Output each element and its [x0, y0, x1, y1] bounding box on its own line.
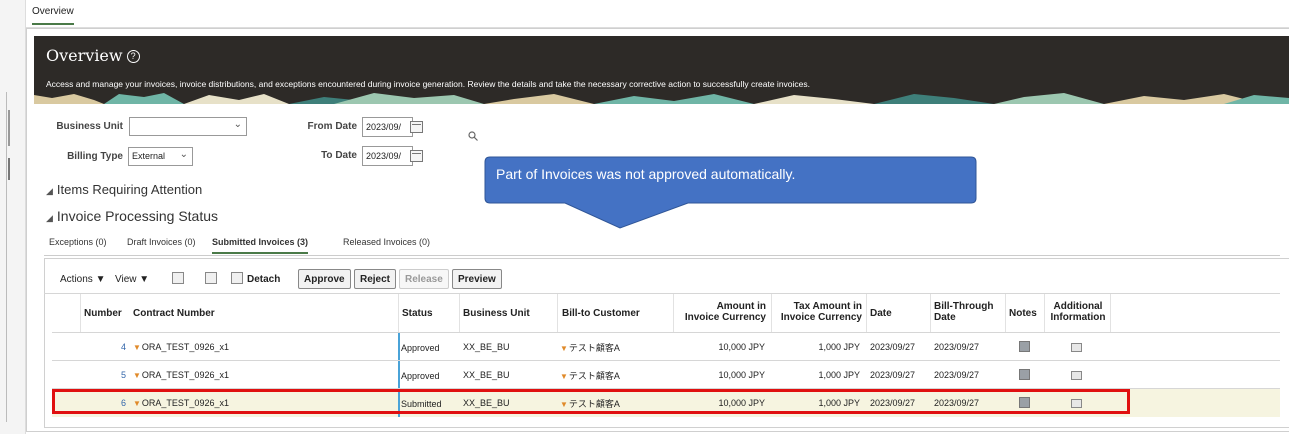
page-title: Overview? — [46, 46, 140, 65]
notes-icon[interactable] — [1019, 369, 1030, 380]
from-date-label: From Date — [307, 121, 357, 132]
to-date-label: To Date — [321, 150, 357, 161]
col-status[interactable]: Status — [402, 308, 433, 319]
banner-decoration — [34, 92, 1289, 104]
billing-type-label: Billing Type — [67, 151, 123, 162]
business-unit-select[interactable]: ⌄ — [129, 117, 247, 136]
chevron-down-icon: ⌄ — [233, 119, 242, 130]
to-date-input[interactable]: 2023/09/ — [362, 146, 413, 166]
contract-number[interactable]: ▼ORA_TEST_0926_x1 — [133, 370, 229, 380]
col-number[interactable]: Number — [84, 308, 122, 319]
col-contract-number[interactable]: Contract Number — [133, 308, 215, 319]
col-sep — [557, 294, 558, 332]
col-bill-through-date[interactable]: Bill-Through Date — [934, 301, 993, 323]
col-bill-to-customer[interactable]: Bill-to Customer — [562, 308, 640, 319]
tax-amount: 1,000 JPY — [818, 342, 860, 352]
page-description: Access and manage your invoices, invoice… — [46, 79, 811, 89]
tab-submitted-invoices[interactable]: Submitted Invoices (3) — [212, 237, 309, 254]
bill-through-date: 2023/09/27 — [934, 342, 980, 352]
info-icon[interactable] — [1071, 371, 1082, 380]
release-button[interactable]: Release — [399, 269, 449, 289]
gutter-marker — [8, 158, 10, 180]
overview-banner: Overview? Access and manage your invoice… — [34, 36, 1289, 104]
bill-through-date: 2023/09/27 — [934, 370, 980, 380]
calendar-icon[interactable] — [410, 150, 423, 162]
flag-icon: ▼ — [133, 371, 141, 380]
amount: 10,000 JPY — [718, 370, 765, 380]
detach-icon[interactable] — [231, 272, 243, 284]
col-date[interactable]: Date — [870, 308, 892, 319]
bill-to-customer: ▼テスト顧客A — [560, 343, 620, 353]
view-menu[interactable]: View ▼ — [115, 274, 149, 285]
freeze-icon[interactable] — [172, 272, 184, 284]
reject-button[interactable]: Reject — [354, 269, 397, 289]
flag-icon: ▼ — [560, 372, 568, 381]
items-requiring-attention-section[interactable]: ◢ Items Requiring Attention — [46, 182, 202, 197]
expand-triangle-icon: ◢ — [46, 186, 53, 196]
date: 2023/09/27 — [870, 370, 916, 380]
tab-exceptions[interactable]: Exceptions (0) — [49, 237, 107, 247]
flag-icon: ▼ — [560, 344, 568, 353]
table-row[interactable]: 5 ▼ORA_TEST_0926_x1 Approved XX_BE_BU ▼テ… — [52, 361, 1280, 389]
approve-button[interactable]: Approve — [298, 269, 351, 289]
row-number: 5 — [120, 370, 126, 380]
contract-number[interactable]: ▼ORA_TEST_0926_x1 — [133, 342, 229, 352]
col-sep — [1110, 294, 1111, 332]
business-unit-label: Business Unit — [56, 121, 123, 132]
subtab-divider — [44, 255, 1280, 256]
amount: 10,000 JPY — [718, 342, 765, 352]
date: 2023/09/27 — [870, 342, 916, 352]
col-sep — [673, 294, 674, 332]
calendar-icon[interactable] — [410, 121, 423, 133]
col-amount[interactable]: Amount in Invoice Currency — [672, 301, 766, 323]
flag-icon: ▼ — [133, 343, 141, 352]
filter-icon[interactable] — [205, 272, 217, 284]
col-sep — [459, 294, 460, 332]
preview-button[interactable]: Preview — [452, 269, 502, 289]
billing-type-select[interactable]: External ⌄ — [128, 147, 193, 166]
col-tax-amount[interactable]: Tax Amount in Invoice Currency — [770, 301, 862, 323]
business-unit: XX_BE_BU — [463, 370, 510, 380]
tab-released-invoices[interactable]: Released Invoices (0) — [343, 237, 430, 247]
table-top-border — [44, 293, 1280, 294]
highlight-box — [52, 389, 1130, 414]
callout-text: Part of Invoices was not approved automa… — [496, 166, 796, 182]
chevron-down-icon: ⌄ — [179, 149, 188, 160]
notes-icon[interactable] — [1019, 341, 1030, 352]
status: Approved — [401, 343, 440, 353]
top-tab-bar: Overview — [26, 0, 1289, 28]
col-sep — [1005, 294, 1006, 332]
status-indicator — [398, 361, 400, 389]
col-sep — [771, 294, 772, 332]
from-date-input[interactable]: 2023/09/ — [362, 117, 413, 137]
actions-menu[interactable]: Actions ▼ — [60, 274, 105, 285]
detach-button[interactable]: Detach — [247, 274, 280, 285]
col-additional-information[interactable]: Additional Information — [1048, 301, 1108, 323]
status: Approved — [401, 371, 440, 381]
col-sep — [1044, 294, 1045, 332]
invoice-processing-status-section[interactable]: ◢ Invoice Processing Status — [46, 208, 218, 224]
col-sep — [80, 294, 81, 332]
business-unit: XX_BE_BU — [463, 342, 510, 352]
tab-overview[interactable]: Overview — [32, 6, 74, 25]
table-row[interactable]: 4 ▼ORA_TEST_0926_x1 Approved XX_BE_BU ▼テ… — [52, 333, 1280, 361]
bill-to-customer: ▼テスト顧客A — [560, 371, 620, 381]
col-sep — [866, 294, 867, 332]
gutter-handle[interactable] — [8, 110, 10, 146]
row-number: 4 — [120, 342, 126, 352]
status-indicator — [398, 333, 400, 361]
search-icon[interactable] — [468, 131, 478, 141]
col-sep — [398, 294, 399, 332]
col-business-unit[interactable]: Business Unit — [463, 308, 530, 319]
tab-draft-invoices[interactable]: Draft Invoices (0) — [127, 237, 196, 247]
help-icon[interactable]: ? — [126, 50, 140, 63]
expand-triangle-icon: ◢ — [46, 213, 53, 223]
col-sep — [930, 294, 931, 332]
left-gutter — [0, 0, 26, 434]
tax-amount: 1,000 JPY — [818, 370, 860, 380]
info-icon[interactable] — [1071, 343, 1082, 352]
col-notes[interactable]: Notes — [1009, 308, 1037, 319]
